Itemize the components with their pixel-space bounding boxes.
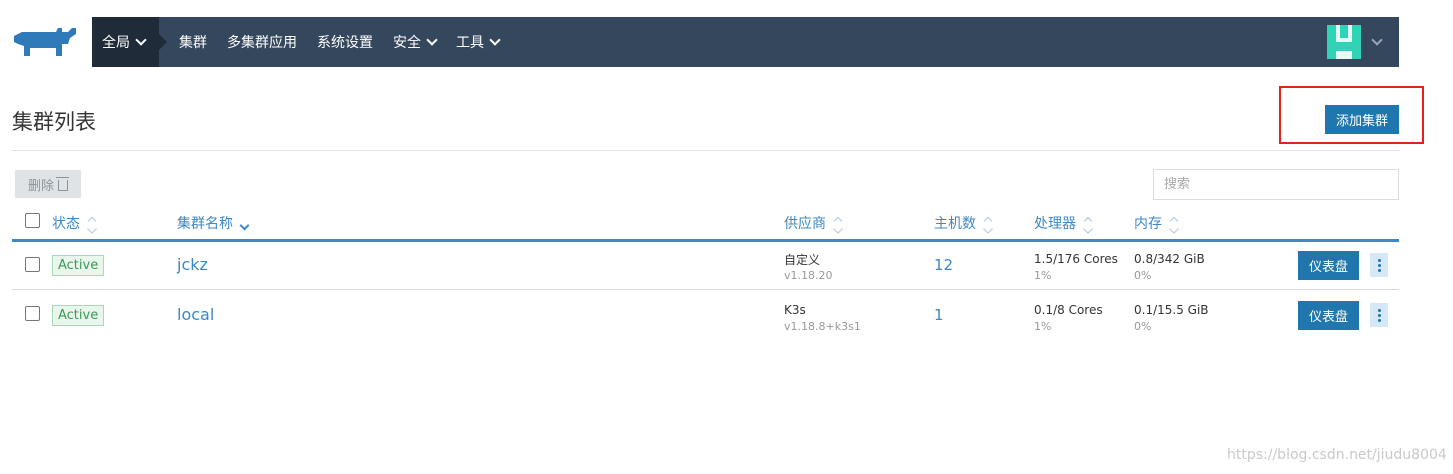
cpu-percent: 1% — [1034, 269, 1052, 282]
nav-item-label: 多集群应用 — [227, 35, 297, 51]
chevron-down-icon — [135, 34, 147, 46]
status-badge: Active — [52, 255, 105, 276]
delete-button[interactable]: 删除 — [15, 170, 81, 198]
trash-icon — [56, 176, 69, 191]
row-checkbox[interactable] — [25, 306, 40, 321]
rancher-logo-icon[interactable] — [12, 26, 80, 60]
provider-name: 自定义 — [784, 253, 821, 267]
column-header-label: 供应商 — [784, 216, 826, 232]
host-count-link[interactable]: 12 — [934, 256, 953, 274]
nav-item-tools[interactable]: 工具 — [446, 17, 509, 67]
nav-item-multi-cluster-apps[interactable]: 多集群应用 — [217, 17, 307, 67]
table-header-divider — [12, 239, 1399, 242]
page-title: 集群列表 — [12, 110, 96, 134]
nav-item-label: 安全 — [393, 35, 421, 51]
column-header-name[interactable]: 集群名称 — [177, 213, 250, 233]
user-menu-chevron-icon[interactable] — [1371, 34, 1383, 46]
column-header-label: 处理器 — [1034, 216, 1076, 232]
add-cluster-button[interactable]: 添加集群 — [1325, 105, 1399, 134]
dashboard-button[interactable]: 仪表盘 — [1298, 301, 1359, 330]
sort-icon — [983, 216, 993, 226]
sort-icon — [87, 216, 97, 226]
nav-item-label: 工具 — [456, 35, 484, 51]
column-header-state[interactable]: 状态 — [52, 213, 97, 233]
more-vertical-icon[interactable] — [1370, 303, 1388, 327]
top-navigation: 全局 集群 多集群应用 系统设置 安全 工具 — [92, 17, 1399, 67]
provider-name: K3s — [784, 303, 806, 317]
sort-icon — [1169, 216, 1179, 226]
user-avatar-icon[interactable] — [1327, 25, 1361, 59]
chevron-down-icon — [426, 34, 438, 46]
column-header-provider[interactable]: 供应商 — [784, 213, 843, 233]
column-header-label: 内存 — [1134, 216, 1162, 232]
status-badge: Active — [52, 305, 105, 326]
column-header-cpu[interactable]: 处理器 — [1034, 213, 1093, 233]
dashboard-button[interactable]: 仪表盘 — [1298, 251, 1359, 280]
chevron-down-icon — [489, 34, 501, 46]
row-checkbox[interactable] — [25, 257, 40, 272]
nav-item-label: 系统设置 — [317, 35, 373, 51]
memory-percent: 0% — [1134, 320, 1152, 333]
sort-descending-icon — [239, 220, 250, 230]
column-header-label: 主机数 — [934, 216, 976, 232]
nav-item-settings[interactable]: 系统设置 — [307, 17, 383, 67]
provider-version: v1.18.20 — [784, 269, 833, 282]
column-header-memory[interactable]: 内存 — [1134, 213, 1179, 233]
select-all-checkbox[interactable] — [25, 213, 40, 228]
provider-version: v1.18.8+k3s1 — [784, 320, 861, 333]
cluster-name-link[interactable]: jckz — [177, 255, 208, 274]
memory-usage: 0.8/342 GiB — [1134, 252, 1205, 266]
column-header-label: 集群名称 — [177, 216, 233, 232]
cpu-usage: 1.5/176 Cores — [1034, 252, 1118, 266]
memory-usage: 0.1/15.5 GiB — [1134, 303, 1209, 317]
row-divider — [12, 289, 1399, 290]
host-count-link[interactable]: 1 — [934, 306, 944, 324]
cpu-percent: 1% — [1034, 320, 1052, 333]
memory-percent: 0% — [1134, 269, 1152, 282]
watermark: https://blog.csdn.net/jiudu8004 — [1227, 447, 1447, 463]
nav-item-label: 集群 — [179, 35, 207, 51]
search-input[interactable] — [1153, 169, 1399, 200]
nav-global-label: 全局 — [102, 35, 130, 51]
delete-button-label: 删除 — [27, 177, 54, 193]
column-header-hosts[interactable]: 主机数 — [934, 213, 993, 233]
column-header-label: 状态 — [52, 216, 80, 232]
nav-item-security[interactable]: 安全 — [383, 17, 446, 67]
more-vertical-icon[interactable] — [1370, 253, 1388, 277]
header-divider — [12, 150, 1399, 151]
nav-global-menu[interactable]: 全局 — [92, 17, 167, 67]
nav-item-clusters[interactable]: 集群 — [169, 17, 217, 67]
sort-icon — [1083, 216, 1093, 226]
cpu-usage: 0.1/8 Cores — [1034, 303, 1103, 317]
sort-icon — [833, 216, 843, 226]
cluster-name-link[interactable]: local — [177, 305, 214, 324]
